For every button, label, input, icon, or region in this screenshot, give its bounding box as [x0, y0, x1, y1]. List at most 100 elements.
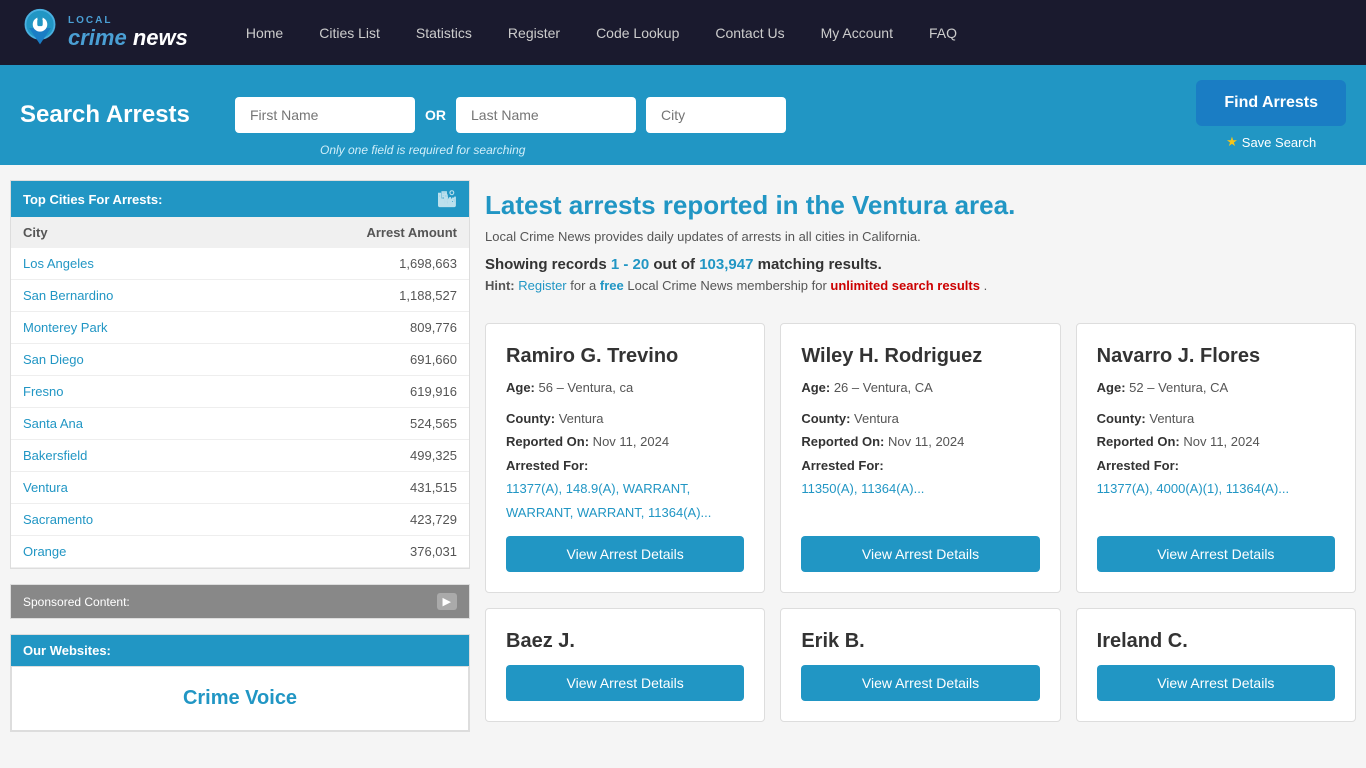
register-link[interactable]: Register — [518, 278, 566, 293]
our-websites-header: Our Websites: — [11, 635, 469, 666]
city-link[interactable]: Los Angeles — [23, 256, 94, 271]
our-websites-section: Our Websites: Crime Voice — [10, 634, 470, 732]
nav-links: Home Cities List Statistics Register Cod… — [228, 17, 975, 49]
city-link[interactable]: Fresno — [23, 384, 63, 399]
search-actions: Find Arrests ★ Save Search — [1196, 80, 1346, 150]
city-name-cell: San Diego — [11, 344, 240, 376]
table-row: San Bernardino 1,188,527 — [11, 280, 469, 312]
nav-item-statistics[interactable]: Statistics — [398, 17, 490, 49]
city-amount-cell: 524,565 — [240, 408, 469, 440]
first-name-input[interactable] — [235, 97, 415, 133]
content-subtitle: Local Crime News provides daily updates … — [485, 229, 1356, 244]
city-link[interactable]: Orange — [23, 544, 66, 559]
arrest-card: Ramiro G. Trevino Age: 56 – Ventura, ca C… — [485, 323, 765, 593]
crime-voice-title: Crime Voice — [32, 687, 448, 710]
city-link[interactable]: Santa Ana — [23, 416, 83, 431]
table-row: Santa Ana 524,565 — [11, 408, 469, 440]
play-icon[interactable]: ▶ — [437, 593, 457, 610]
star-icon: ★ — [1226, 134, 1238, 150]
arrest-card: Erik B. View Arrest Details — [780, 608, 1060, 722]
crime-voice-box: Crime Voice — [11, 666, 469, 731]
view-arrest-details-button[interactable]: View Arrest Details — [1097, 665, 1335, 701]
table-row: Fresno 619,916 — [11, 376, 469, 408]
arrest-name: Erik B. — [801, 629, 1039, 653]
nav-item-code-lookup[interactable]: Code Lookup — [578, 17, 697, 49]
arrest-name: Wiley H. Rodriguez — [801, 344, 1039, 368]
city-name-cell: Monterey Park — [11, 312, 240, 344]
cards-grid: Ramiro G. Trevino Age: 56 – Ventura, ca C… — [485, 323, 1356, 722]
city-name-cell: San Bernardino — [11, 280, 240, 312]
city-link[interactable]: San Bernardino — [23, 288, 113, 303]
city-amount-cell: 809,776 — [240, 312, 469, 344]
view-arrest-details-button[interactable]: View Arrest Details — [1097, 536, 1335, 572]
search-hint: Only one field is required for searching — [320, 143, 525, 157]
city-amount-cell: 619,916 — [240, 376, 469, 408]
arrest-card: Baez J. View Arrest Details — [485, 608, 765, 722]
view-arrest-details-button[interactable]: View Arrest Details — [801, 665, 1039, 701]
hint-text: Hint: Register for a free Local Crime Ne… — [485, 278, 1356, 293]
city-amount-cell: 691,660 — [240, 344, 469, 376]
sponsored-section: Sponsored Content: ▶ — [10, 584, 470, 619]
content-area: Latest arrests reported in the Ventura a… — [485, 180, 1356, 747]
city-name-cell: Orange — [11, 536, 240, 568]
city-amount-cell: 423,729 — [240, 504, 469, 536]
arrest-name: Ireland C. — [1097, 629, 1335, 653]
city-input[interactable] — [646, 97, 786, 133]
nav-item-contact-us[interactable]: Contact Us — [697, 17, 802, 49]
city-amount-cell: 1,698,663 — [240, 248, 469, 280]
city-name-cell: Ventura — [11, 472, 240, 504]
city-link[interactable]: San Diego — [23, 352, 84, 367]
arrest-name: Baez J. — [506, 629, 744, 653]
save-search-link[interactable]: ★ Save Search — [1226, 134, 1316, 150]
arrest-age: Age: 52 – Ventura, CA — [1097, 380, 1335, 395]
city-col-header: City — [11, 217, 240, 248]
arrest-card: Navarro J. Flores Age: 52 – Ventura, CA C… — [1076, 323, 1356, 593]
table-row: Los Angeles 1,698,663 — [11, 248, 469, 280]
arrest-age: Age: 26 – Ventura, CA — [801, 380, 1039, 395]
nav-item-register[interactable]: Register — [490, 17, 578, 49]
logo[interactable]: LOCAL crime news — [20, 8, 188, 58]
top-navigation: LOCAL crime news Home Cities List Statis… — [0, 0, 1366, 65]
arrest-name: Ramiro G. Trevino — [506, 344, 744, 368]
table-row: San Diego 691,660 — [11, 344, 469, 376]
sidebar: Top Cities For Arrests: 🏙 City Arrest Am… — [10, 180, 470, 747]
top-cities-section: Top Cities For Arrests: 🏙 City Arrest Am… — [10, 180, 470, 569]
nav-item-home[interactable]: Home — [228, 17, 301, 49]
city-name-cell: Bakersfield — [11, 440, 240, 472]
city-link[interactable]: Sacramento — [23, 512, 93, 527]
table-row: Bakersfield 499,325 — [11, 440, 469, 472]
city-skyline-icon: 🏙 — [437, 189, 457, 209]
search-bar: Search Arrests OR Only one field is requ… — [0, 65, 1366, 165]
nav-item-cities-list[interactable]: Cities List — [301, 17, 398, 49]
search-fields: OR — [235, 97, 1181, 133]
arrest-details: County: Ventura Reported On: Nov 11, 202… — [1097, 407, 1335, 501]
content-header: Latest arrests reported in the Ventura a… — [485, 180, 1356, 308]
logo-crime: crime — [68, 25, 133, 50]
arrest-age: Age: 56 – Ventura, ca — [506, 380, 744, 395]
logo-text: LOCAL crime news — [68, 15, 188, 50]
logo-news: news — [133, 25, 188, 50]
main-layout: Top Cities For Arrests: 🏙 City Arrest Am… — [0, 165, 1366, 762]
arrest-details: County: Ventura Reported On: Nov 11, 202… — [506, 407, 744, 524]
search-arrests-label: Search Arrests — [20, 101, 220, 129]
view-arrest-details-button[interactable]: View Arrest Details — [506, 536, 744, 572]
nav-item-my-account[interactable]: My Account — [803, 17, 911, 49]
city-link[interactable]: Monterey Park — [23, 320, 108, 335]
city-link[interactable]: Bakersfield — [23, 448, 87, 463]
results-info: Showing records 1 - 20 out of 103,947 ma… — [485, 256, 1356, 273]
table-row: Orange 376,031 — [11, 536, 469, 568]
find-arrests-button[interactable]: Find Arrests — [1196, 80, 1346, 126]
table-row: Ventura 431,515 — [11, 472, 469, 504]
view-arrest-details-button[interactable]: View Arrest Details — [801, 536, 1039, 572]
view-arrest-details-button[interactable]: View Arrest Details — [506, 665, 744, 701]
last-name-input[interactable] — [456, 97, 636, 133]
nav-item-faq[interactable]: FAQ — [911, 17, 975, 49]
city-name-cell: Santa Ana — [11, 408, 240, 440]
city-amount-cell: 1,188,527 — [240, 280, 469, 312]
city-name-cell: Fresno — [11, 376, 240, 408]
arrest-details: County: Ventura Reported On: Nov 11, 202… — [801, 407, 1039, 501]
sponsored-header: Sponsored Content: ▶ — [11, 585, 469, 618]
top-cities-header: Top Cities For Arrests: 🏙 — [11, 181, 469, 217]
arrest-name: Navarro J. Flores — [1097, 344, 1335, 368]
city-link[interactable]: Ventura — [23, 480, 68, 495]
